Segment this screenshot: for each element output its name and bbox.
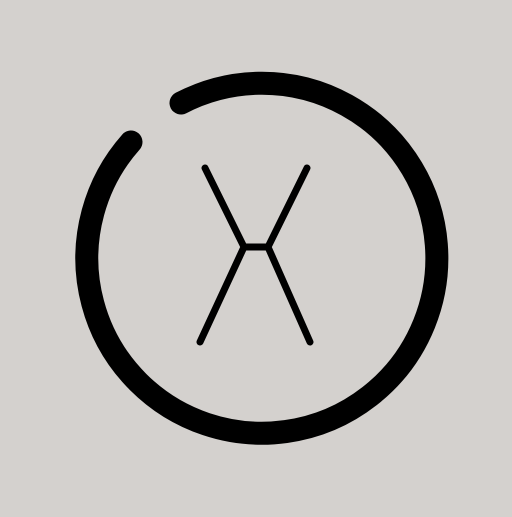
logo-svg [0,0,512,512]
app-icon [0,0,512,512]
